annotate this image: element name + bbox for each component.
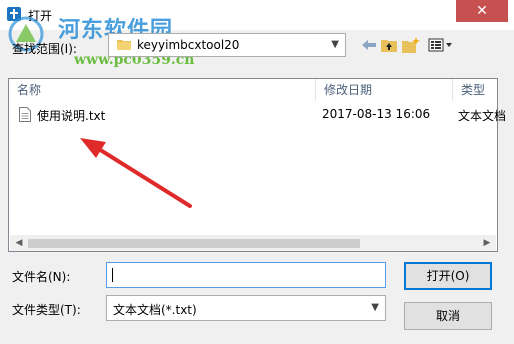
- lookin-dropdown[interactable]: keyyimbcxtool20 ▼: [108, 33, 346, 57]
- scroll-right-icon[interactable]: ▶: [480, 237, 494, 249]
- horizontal-scrollbar[interactable]: ◀ ▶: [10, 235, 496, 251]
- column-header-date[interactable]: 修改日期: [316, 79, 452, 101]
- chevron-down-icon: ▼: [331, 39, 339, 50]
- filename-label: 文件名(N):: [12, 270, 71, 284]
- column-header-type[interactable]: 类型: [453, 79, 497, 101]
- up-folder-icon[interactable]: [380, 36, 398, 54]
- annotation-arrow-icon: [80, 138, 192, 208]
- lookin-label: 查找范围(I):: [12, 42, 77, 56]
- scroll-left-icon[interactable]: ◀: [12, 237, 26, 249]
- file-date: 2017-08-13 16:06: [322, 107, 431, 121]
- scrollbar-thumb[interactable]: [28, 239, 360, 248]
- file-name: 使用说明.txt: [37, 109, 106, 123]
- column-header-name[interactable]: 名称: [9, 79, 315, 101]
- folder-icon: [117, 40, 131, 50]
- filetype-label: 文件类型(T):: [12, 303, 81, 317]
- open-button[interactable]: 打开(O): [404, 262, 492, 290]
- cancel-button[interactable]: 取消: [404, 302, 492, 330]
- filetype-dropdown[interactable]: 文本文档(*.txt) ▼: [106, 295, 386, 321]
- chevron-down-icon: ▼: [371, 302, 379, 313]
- filename-input[interactable]: [106, 262, 386, 288]
- new-folder-icon[interactable]: [402, 36, 420, 54]
- lookin-value: keyyimbcxtool20: [137, 38, 240, 52]
- text-caret: [112, 268, 113, 282]
- back-arrow-icon[interactable]: [360, 36, 378, 54]
- file-row[interactable]: 使用说明.txt 2017-08-13 16:06 文本文档: [17, 105, 506, 125]
- text-file-icon: [19, 107, 31, 122]
- close-button[interactable]: ✕: [456, 0, 508, 22]
- view-menu-icon[interactable]: [428, 36, 454, 54]
- filetype-value: 文本文档(*.txt): [113, 303, 197, 317]
- file-type: 文本文档: [458, 109, 507, 123]
